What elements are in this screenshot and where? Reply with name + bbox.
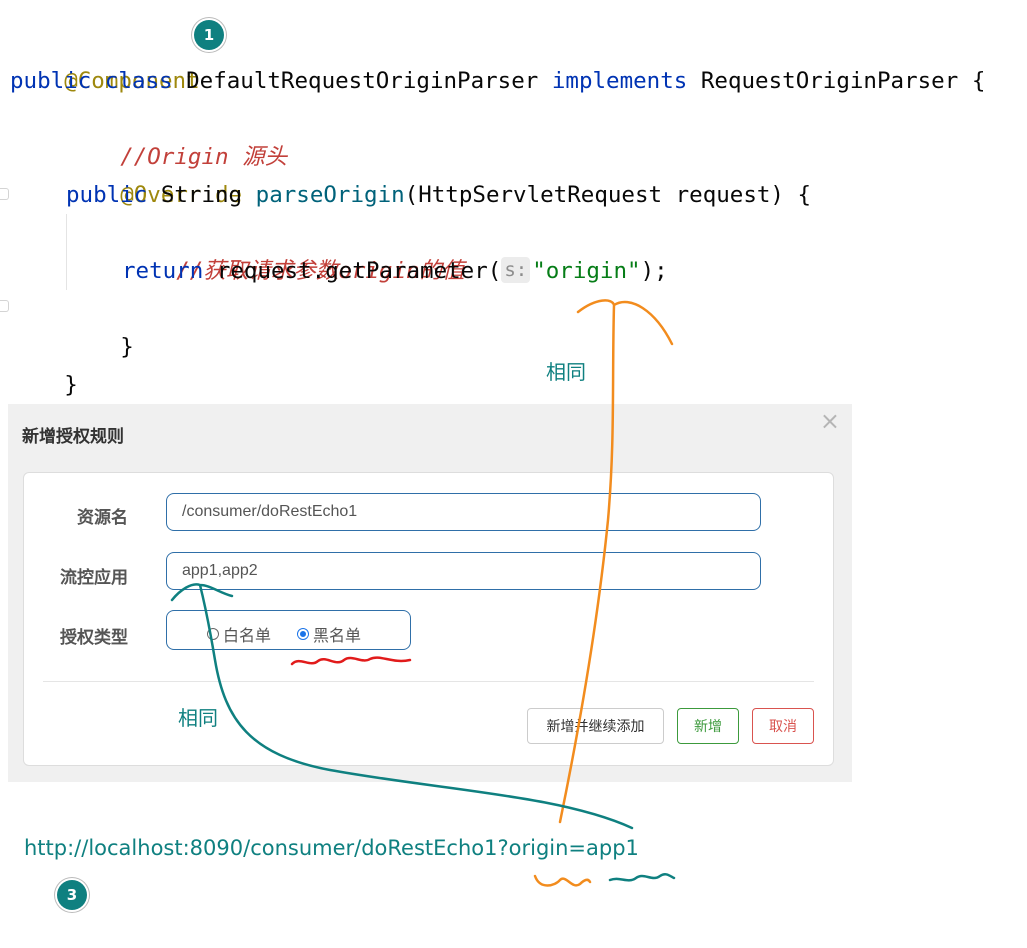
whitelist-option[interactable]: 白名单 <box>207 622 271 646</box>
code-line-4: @Override <box>66 138 242 208</box>
origin-string: "origin" <box>532 258 641 284</box>
request-url: http://localhost:8090/consumer/doRestEch… <box>24 836 639 860</box>
close-icon[interactable]: × <box>820 407 840 435</box>
limit-app-input[interactable]: app1,app2 <box>166 552 761 590</box>
get-parameter-call: request.getParameter( <box>216 258 502 284</box>
close-method-brace: } <box>120 334 134 360</box>
param-type: HttpServletRequest <box>418 182 663 208</box>
code-line-9: } <box>10 328 78 398</box>
limit-app-label: 流控应用 <box>60 568 128 588</box>
step-badge-1: 1 <box>194 20 224 50</box>
keyword-public: public <box>10 68 92 94</box>
open-brace: { <box>971 68 986 94</box>
method-name: parseOrigin <box>255 182 405 208</box>
fold-marker-top[interactable] <box>0 188 9 200</box>
code-line-6: //获取请求参数origin的值 <box>122 214 464 284</box>
form-divider <box>43 681 814 682</box>
whitelist-label: 白名单 <box>223 626 272 645</box>
same-note-top: 相同 <box>546 360 586 384</box>
interface-name: RequestOriginParser <box>700 68 959 94</box>
code-line-8: } <box>66 290 134 360</box>
whitelist-radio[interactable] <box>207 628 219 640</box>
fold-marker-bottom[interactable] <box>0 300 9 312</box>
add-and-continue-button[interactable]: 新增并继续添加 <box>527 708 664 744</box>
code-line-5: public String parseOrigin(HttpServletReq… <box>66 176 811 214</box>
orange-underline <box>533 874 592 887</box>
return-type: String <box>160 182 243 208</box>
resource-name-label: 资源名 <box>77 508 128 528</box>
dialog-title: 新增授权规则 <box>22 427 124 447</box>
resource-name-input[interactable]: /consumer/doRestEcho1 <box>166 493 761 531</box>
keyword-public-method: public <box>66 182 148 208</box>
code-line-1: @Component <box>10 24 199 94</box>
add-button[interactable]: 新增 <box>677 708 739 744</box>
auth-type-radio-group: 白名单 黑名单 <box>166 610 411 650</box>
add-auth-rule-dialog: 新增授权规则 × 资源名 /consumer/doRestEcho1 流控应用 … <box>8 404 852 782</box>
same-note-bottom: 相同 <box>178 706 218 730</box>
code-line-2: public class DefaultRequestOriginParser … <box>10 62 985 100</box>
keyword-implements: implements <box>551 68 688 94</box>
keyword-class: class <box>104 68 173 94</box>
code-line-3: //Origin 源头 <box>66 100 287 170</box>
indent-guide <box>66 214 67 290</box>
class-name: DefaultRequestOriginParser <box>186 68 539 94</box>
call-end: ); <box>640 258 668 284</box>
param-rest: request) { <box>675 182 812 208</box>
close-class-brace: } <box>64 372 78 398</box>
keyword-return: return <box>122 258 204 284</box>
blacklist-label: 黑名单 <box>313 626 362 645</box>
code-line-7: return request.getParameter(s: "origin"); <box>122 252 668 290</box>
step-badge-3: 3 <box>57 880 87 910</box>
cancel-button[interactable]: 取消 <box>752 708 814 744</box>
auth-type-label: 授权类型 <box>60 628 128 648</box>
teal-underline <box>608 873 676 882</box>
parameter-hint: s: <box>501 257 531 283</box>
param-open: ( <box>404 182 419 208</box>
dialog-body: 资源名 /consumer/doRestEcho1 流控应用 app1,app2… <box>23 472 834 766</box>
blacklist-radio[interactable] <box>297 628 309 640</box>
blacklist-option[interactable]: 黑名单 <box>297 622 361 646</box>
